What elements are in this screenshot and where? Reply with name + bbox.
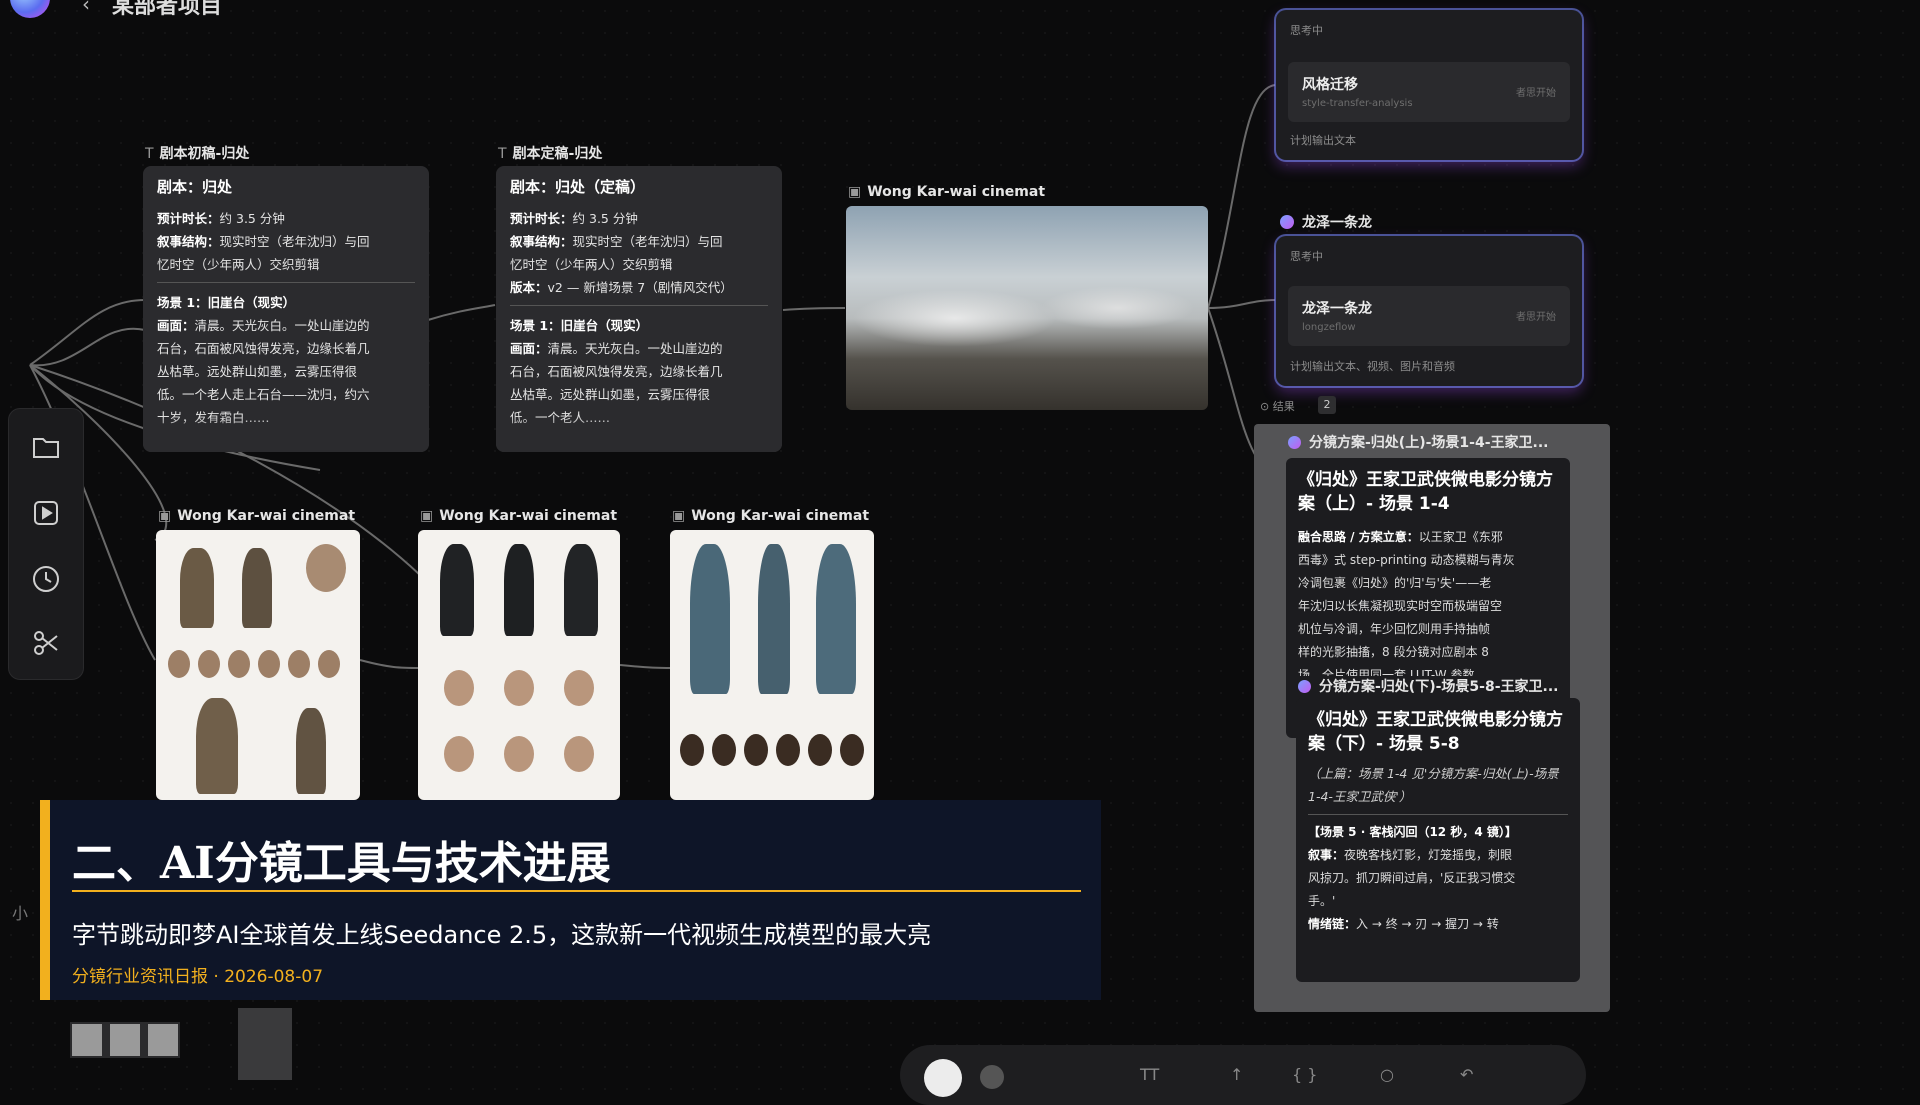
master-panel-caption: 龙泽一条龙 <box>1280 212 1372 232</box>
script-node-card[interactable]: 剧本：归处 预计时长：约 3.5 分钟 叙事结构：现实时空（老年沈归）与回 忆时… <box>143 166 429 452</box>
tool-button[interactable] <box>980 1065 1004 1089</box>
news-body: 字节跳动即梦AI全球首发上线Seedance 2.5，这款新一代视频生成模型的最… <box>72 921 932 949</box>
news-meta: 分镜行业资讯日报 · 2026-08-07 <box>72 967 324 987</box>
divider <box>157 282 415 283</box>
storyboard-title: 《归处》王家卫武侠微电影分镜方案（下）- 场景 5-8 <box>1308 710 1563 754</box>
panel-footer: 计划输出文本、视频、图片和音频 <box>1290 360 1455 373</box>
image-node-icon: ▣ <box>672 508 686 524</box>
storyboard-header-2: 分镜方案-归处(下)-场景5-8-王家卫... <box>1298 676 1559 696</box>
script-node-caption: T 剧本定稿-归处 <box>498 146 603 162</box>
left-fragment-label: 小 <box>12 904 29 923</box>
text-tool-icon[interactable]: TT <box>1140 1065 1159 1084</box>
result-count-badge: 2 <box>1318 396 1336 414</box>
image-node-caption: ▣ Wong Kar-wai cinemat <box>848 184 1046 200</box>
search-icon[interactable]: ○ <box>1380 1065 1394 1084</box>
character-sheet-old-man[interactable] <box>156 530 360 800</box>
script-node-caption: T 剧本初稿-归处 <box>145 146 250 162</box>
storyboard-header: 分镜方案-归处(上)-场景1-4-王家卫... <box>1288 432 1548 452</box>
storyboard-title: 《归处》王家卫武侠微电影分镜方案（上）- 场景 1-4 <box>1298 470 1553 514</box>
left-fragment-thumbs <box>70 1022 180 1058</box>
image-node-icon: ▣ <box>420 508 434 524</box>
clock-icon[interactable] <box>28 561 64 597</box>
image-node-caption: ▣ Wong Kar-wai cinemat <box>158 508 356 524</box>
style-transfer-panel[interactable]: 思考中 风格迁移 style-transfer-analysis 者思开始 计划… <box>1276 10 1582 160</box>
storyboard-result-panel[interactable]: 分镜方案-归处(上)-场景1-4-王家卫... 《归处》王家卫武侠微电影分镜方案… <box>1254 424 1610 1012</box>
image-node-caption: ▣ Wong Kar-wai cinemat <box>420 508 618 524</box>
video-icon[interactable] <box>28 495 64 531</box>
character-sheet-blue-robe[interactable] <box>670 530 874 800</box>
master-item[interactable]: 龙泽一条龙 longzeflow 者思开始 <box>1288 286 1570 346</box>
agent-avatar-icon <box>1288 436 1301 449</box>
result-label: ⊙ 结果 <box>1260 400 1295 413</box>
undo-icon[interactable]: ↶ <box>1460 1065 1473 1084</box>
news-heading: 二、AI分镜工具与技术进展 <box>72 838 611 889</box>
folder-icon[interactable] <box>28 429 64 465</box>
storyboard-card-lower[interactable]: 《归处》王家卫武侠微电影分镜方案（下）- 场景 5-8 （上篇：场景 1-4 见… <box>1296 698 1580 982</box>
panel-status: 思考中 <box>1290 250 1323 263</box>
script-title: 剧本：归处（定稿） <box>510 178 646 196</box>
divider <box>510 305 768 306</box>
project-title: 某部者项目 <box>112 0 223 19</box>
character-sheet-black-robe[interactable] <box>418 530 620 800</box>
master-panel[interactable]: 思考中 龙泽一条龙 longzeflow 者思开始 计划输出文本、视频、图片和音… <box>1276 236 1582 386</box>
agent-avatar-icon <box>1280 215 1294 229</box>
style-transfer-item[interactable]: 风格迁移 style-transfer-analysis 者思开始 <box>1288 62 1570 122</box>
script-title: 剧本：归处 <box>157 178 233 196</box>
left-toolbar <box>8 408 84 680</box>
scissors-icon[interactable] <box>28 625 64 661</box>
accent-divider <box>72 890 1081 892</box>
image-node-icon: ▣ <box>158 508 172 524</box>
panel-status: 思考中 <box>1290 24 1323 37</box>
image-node-icon: ▣ <box>848 184 862 200</box>
cursor-tool-button[interactable] <box>924 1059 962 1097</box>
left-fragment-panel <box>238 1008 292 1080</box>
frame-tool-icon[interactable]: { } <box>1292 1065 1317 1084</box>
agent-avatar-icon <box>1298 680 1311 693</box>
bottom-toolbar: TT ↑ { } ○ ↶ <box>900 1045 1586 1105</box>
landscape-image[interactable] <box>846 206 1208 410</box>
script-node-card[interactable]: 剧本：归处（定稿） 预计时长：约 3.5 分钟 叙事结构：现实时空（老年沈归）与… <box>496 166 782 452</box>
back-chevron-icon[interactable]: ‹ <box>82 0 90 16</box>
upload-tool-icon[interactable]: ↑ <box>1230 1065 1243 1084</box>
storyboard-card-upper[interactable]: 《归处》王家卫武侠微电影分镜方案（上）- 场景 1-4 融合思路 / 方案立意：… <box>1286 458 1570 738</box>
mountain-landscape-image <box>846 206 1208 410</box>
text-node-icon: T <box>498 146 507 162</box>
panel-footer: 计划输出文本 <box>1290 134 1356 147</box>
text-node-icon: T <box>145 146 154 162</box>
news-overlay: 二、AI分镜工具与技术进展 字节跳动即梦AI全球首发上线Seedance 2.5… <box>40 800 1101 1000</box>
accent-bar <box>40 800 50 1000</box>
image-node-caption: ▣ Wong Kar-wai cinemat <box>672 508 870 524</box>
